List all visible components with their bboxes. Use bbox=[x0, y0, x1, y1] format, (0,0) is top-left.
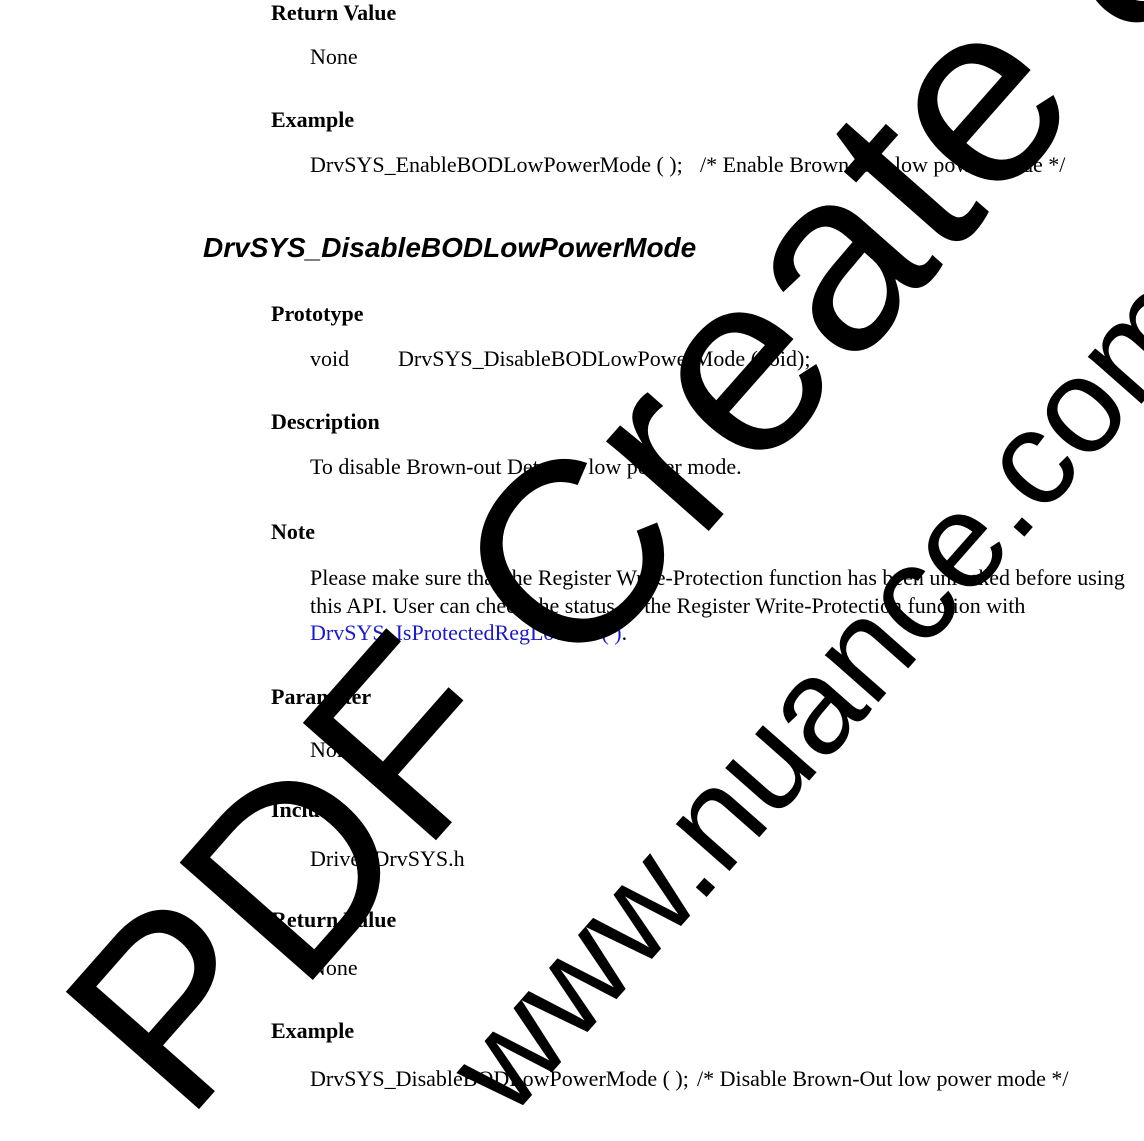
prototype-signature: DrvSYS_DisableBODLowPowerMode (void); bbox=[398, 346, 811, 371]
example-code: DrvSYS_DisableBODLowPowerMode ( ); bbox=[310, 1066, 689, 1091]
note-line-2: this API. User can check the status of t… bbox=[310, 593, 1026, 618]
return-value-text-top: None bbox=[310, 44, 358, 69]
parameter-heading: Parameter bbox=[271, 684, 372, 709]
example-comment-top: /* Enable Brown-Out low power mode */ bbox=[700, 152, 1066, 177]
example-code-top: DrvSYS_EnableBODLowPowerMode ( ); bbox=[310, 152, 683, 177]
protected-reg-locked-link[interactable]: DrvSYS_IsProtectedRegLocked ( ) bbox=[310, 620, 622, 645]
description-heading: Description bbox=[271, 409, 380, 434]
return-value-heading-top: Return Value bbox=[271, 0, 397, 25]
example-heading: Example bbox=[271, 1018, 355, 1043]
prototype-heading: Prototype bbox=[271, 301, 364, 326]
return-value-heading: Return Value bbox=[271, 907, 397, 932]
description-text: To disable Brown-out Detector low power … bbox=[310, 454, 742, 479]
note-line-3-suffix: . bbox=[621, 620, 628, 645]
note-line-1: Please make sure that the Register Write… bbox=[310, 565, 1125, 590]
note-heading: Note bbox=[271, 519, 315, 544]
note-line-3: DrvSYS_IsProtectedRegLocked ( ). bbox=[310, 620, 627, 646]
function-title: DrvSYS_DisableBODLowPowerMode bbox=[203, 232, 697, 263]
return-value-text: None bbox=[310, 955, 358, 980]
include-text: Driver/DrvSYS.h bbox=[310, 846, 465, 871]
example-comment: /* Disable Brown-Out low power mode */ bbox=[697, 1066, 1069, 1091]
prototype-type: void bbox=[310, 346, 350, 371]
parameter-text: None bbox=[310, 737, 358, 762]
document-page: Return Value None Example DrvSYS_EnableB… bbox=[0, 0, 1144, 1141]
include-heading: Include bbox=[271, 797, 342, 822]
example-heading-top: Example bbox=[271, 107, 355, 132]
